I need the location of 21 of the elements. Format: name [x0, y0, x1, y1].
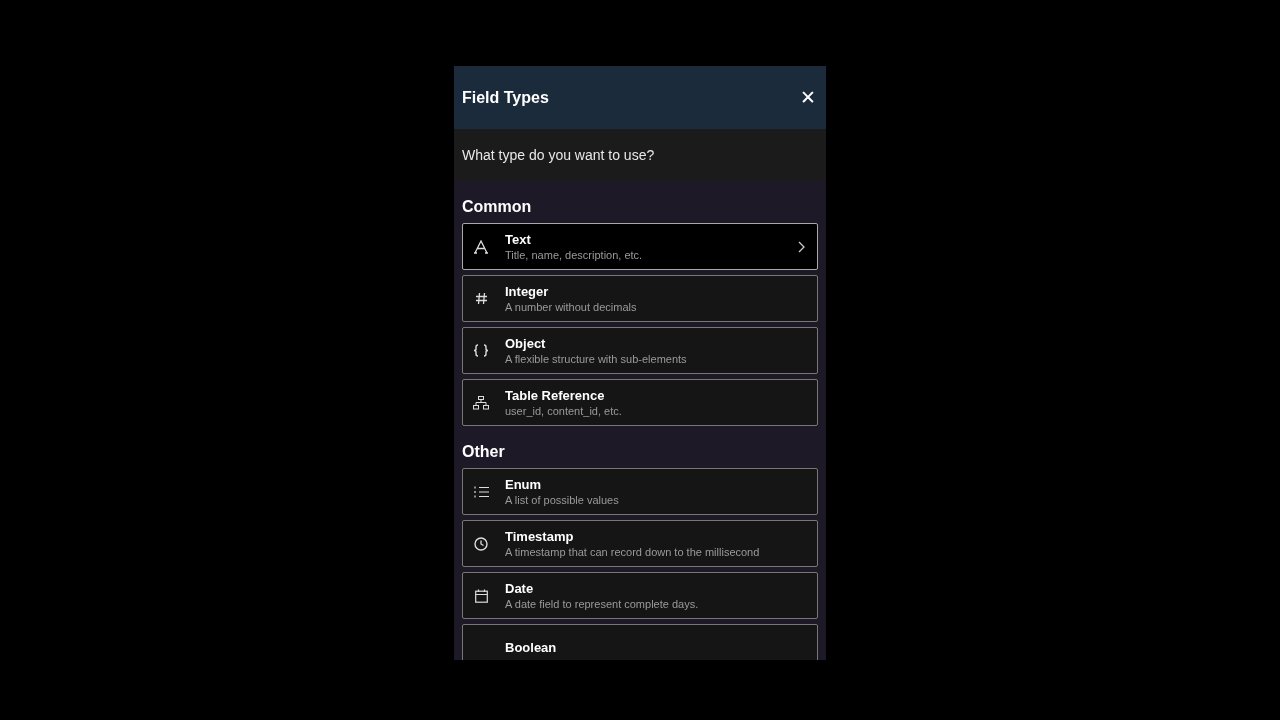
- field-type-option[interactable]: Object A flexible structure with sub-elements: [462, 327, 818, 374]
- field-type-option[interactable]: Boolean: [462, 624, 818, 660]
- field-type-option[interactable]: Integer A number without decimals: [462, 275, 818, 322]
- field-type-option[interactable]: Text Title, name, description, etc.: [462, 223, 818, 270]
- letter-a-icon: [474, 239, 488, 254]
- calendar-icon: [474, 588, 488, 603]
- field-type-option[interactable]: Enum A list of possible values: [462, 468, 818, 515]
- clock-icon: [474, 536, 488, 551]
- section-heading: Other: [462, 443, 506, 461]
- close-button[interactable]: ✕: [798, 86, 818, 109]
- braces-icon: [473, 344, 489, 357]
- hierarchy-icon: [473, 395, 489, 410]
- section-heading: Common: [462, 198, 533, 216]
- list-icon: [473, 485, 489, 498]
- field-type-option[interactable]: Timestamp A timestamp that can record down to the millisecond: [462, 520, 818, 567]
- chevron-right-icon: [798, 240, 805, 253]
- prompt-text: What type do you want to use?: [462, 147, 655, 163]
- field-type-option[interactable]: Table Reference user_id, content_id, etc.: [462, 379, 818, 426]
- dialog-title: Field Types: [462, 88, 549, 107]
- hash-icon: [474, 292, 488, 305]
- field-type-option[interactable]: Date A date field to represent complete days.: [462, 572, 818, 619]
